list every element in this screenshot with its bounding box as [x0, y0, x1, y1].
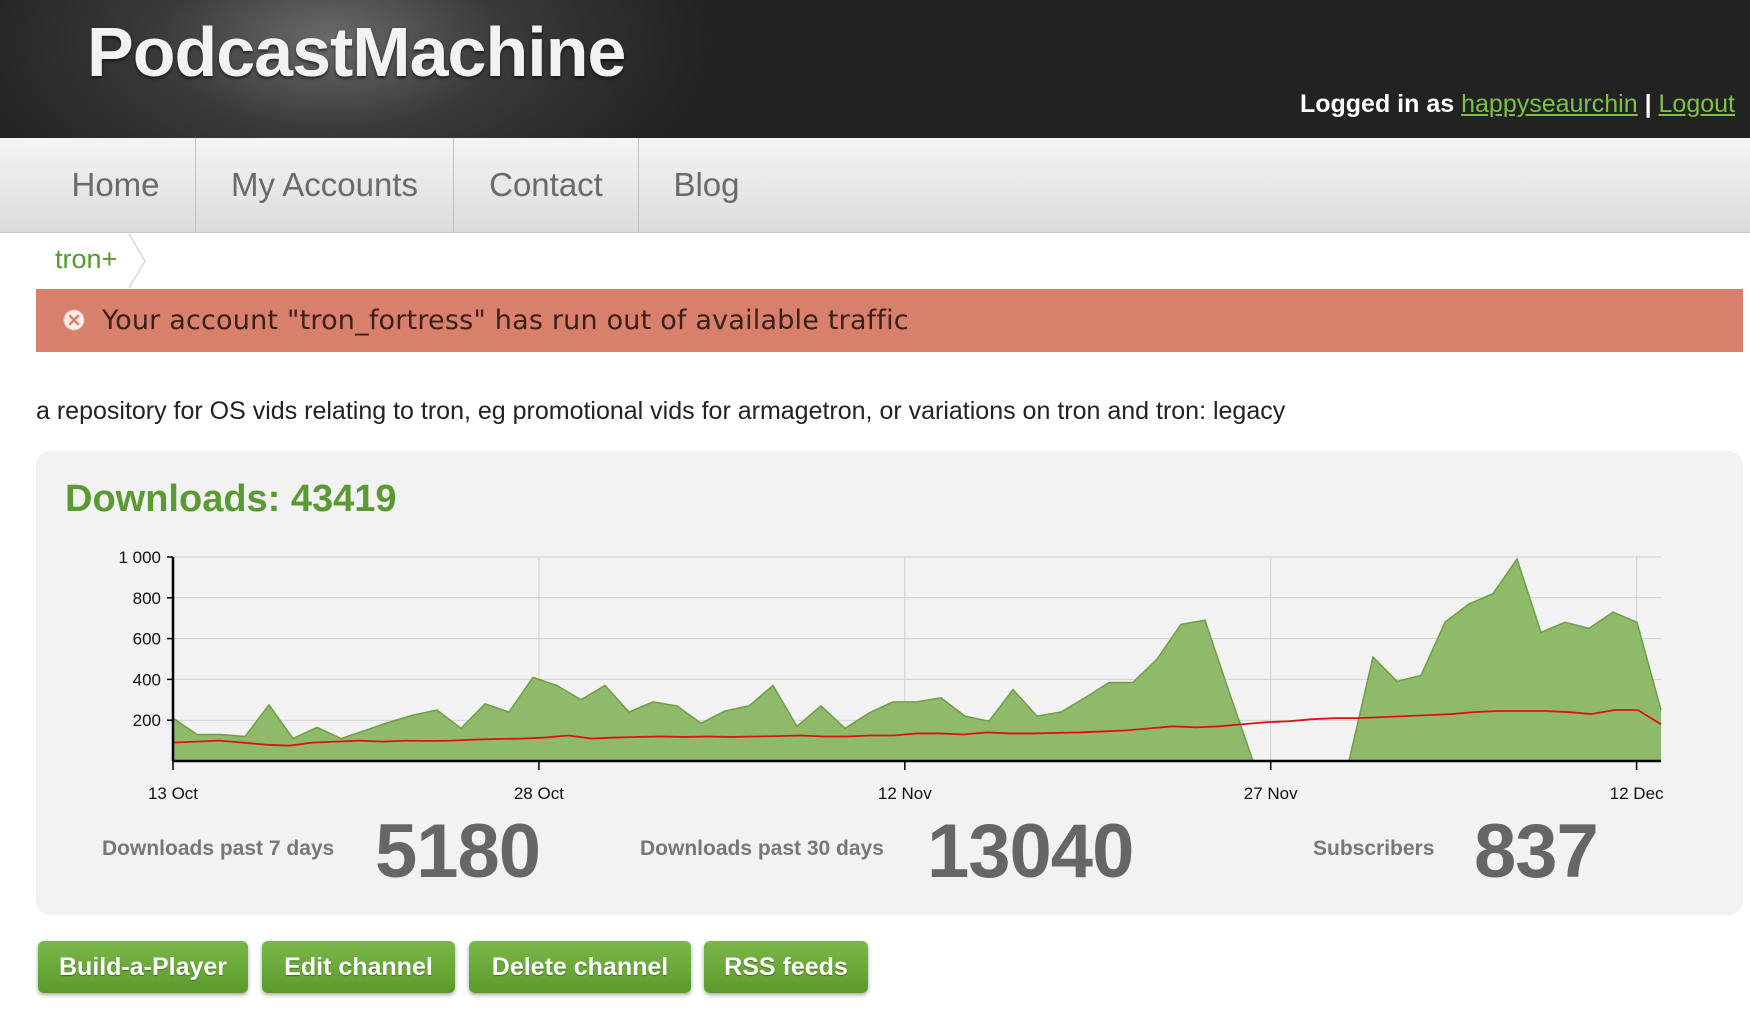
close-circle-icon[interactable]: [63, 309, 85, 331]
chart-data-layer: [172, 557, 1662, 762]
subscribers-value: 837: [1474, 809, 1599, 894]
downloads-30-days-label: Downloads past 30 days: [640, 837, 884, 860]
downloads-7-days-value: 5180: [375, 809, 541, 894]
x-tick-label: 27 Nov: [1244, 784, 1298, 803]
breadcrumb-separator-icon: [128, 233, 146, 289]
x-tick-label: 28 Oct: [514, 784, 564, 803]
build-a-player-button[interactable]: Build-a-Player: [38, 941, 248, 993]
logout-link[interactable]: Logout: [1659, 90, 1735, 118]
logo[interactable]: PodcastMachine: [87, 12, 626, 92]
downloads-area: [173, 559, 1661, 761]
downloads-30-days-value: 13040: [927, 809, 1134, 894]
delete-channel-button[interactable]: Delete channel: [469, 941, 691, 993]
y-tick-label: 600: [133, 630, 161, 649]
rss-feeds-button[interactable]: RSS feeds: [704, 941, 868, 993]
logged-in-label: Logged in as: [1299, 90, 1455, 118]
breadcrumb-item[interactable]: tron+: [55, 244, 117, 275]
subscribers-label: Subscribers: [1313, 837, 1435, 860]
nav-item-home[interactable]: Home: [36, 138, 196, 232]
y-tick-label: 200: [133, 711, 161, 730]
channel-description: a repository for OS vids relating to tro…: [36, 397, 1286, 425]
edit-channel-button[interactable]: Edit channel: [262, 941, 455, 993]
login-info: Logged in as happyseaurchin | Logout: [1300, 90, 1735, 119]
y-tick-label: 400: [133, 670, 161, 689]
nav-item-contact[interactable]: Contact: [454, 138, 639, 232]
y-tick-label: 800: [133, 589, 161, 608]
downloads-7-days-label: Downloads past 7 days: [102, 837, 335, 860]
y-tick-label: 1 000: [118, 548, 161, 567]
x-tick-label: 12 Nov: [878, 784, 932, 803]
header: PodcastMachine Logged in as happyseaurch…: [0, 0, 1750, 138]
alert-message: Your account "tron_fortress" has run out…: [102, 305, 909, 336]
username-link[interactable]: happyseaurchin: [1461, 90, 1638, 118]
downloads-title: Downloads: 43419: [65, 478, 397, 520]
downloads-chart: 200 400 600 800 1 000 13 Oct 28 Oct 12 Nov 27 No…: [118, 548, 1664, 803]
main-nav: Home My Accounts Contact Blog: [0, 138, 1750, 233]
nav-item-my-accounts[interactable]: My Accounts: [196, 138, 454, 232]
x-tick-label: 13 Oct: [148, 784, 198, 803]
x-tick-label: 12 Dec: [1610, 784, 1664, 803]
login-separator: |: [1644, 90, 1652, 118]
nav-item-blog[interactable]: Blog: [639, 138, 774, 232]
traffic-alert: Your account "tron_fortress" has run out…: [36, 289, 1743, 352]
